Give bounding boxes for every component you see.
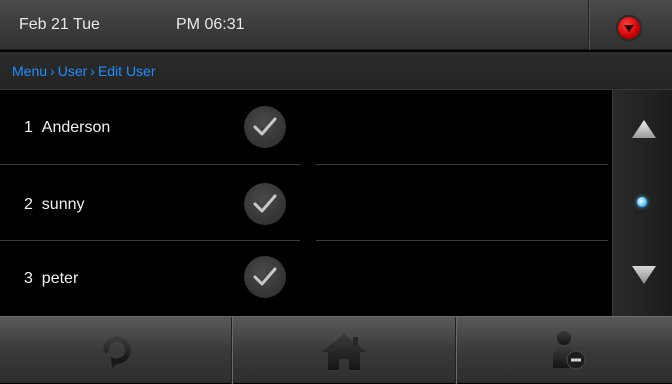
user-select-checkbox[interactable] (244, 183, 286, 225)
home-button[interactable] (232, 317, 455, 384)
time-display: PM 06:31 (176, 16, 245, 33)
breadcrumb-separator: › (50, 62, 55, 79)
chevron-down-icon (624, 25, 634, 32)
user-name: peter (41, 270, 79, 287)
user-number: 2 sunny (24, 196, 85, 213)
status-bar: Feb 21 Tue PM 06:31 (0, 0, 672, 50)
user-select-checkbox[interactable] (244, 106, 286, 148)
user-number: 3 peter (24, 270, 79, 287)
list-item[interactable]: 3 peter (0, 241, 612, 316)
user-name: sunny (41, 196, 85, 213)
refresh-button[interactable] (0, 317, 231, 384)
checkmark-icon (253, 117, 277, 136)
breadcrumb-menu[interactable]: Menu (12, 63, 47, 79)
home-icon (322, 334, 366, 370)
user-list: 1 Anderson 2 sunny 3 peter (0, 90, 612, 316)
user-number: 1 Anderson (24, 119, 111, 136)
bottom-toolbar (0, 316, 672, 384)
triangle-down-icon[interactable] (632, 266, 656, 284)
delete-user-button[interactable] (456, 317, 672, 384)
refresh-icon (103, 336, 131, 368)
list-item[interactable]: 1 Anderson (0, 90, 612, 165)
breadcrumb-separator: › (90, 62, 95, 79)
list-item[interactable]: 2 sunny (0, 165, 612, 240)
checkmark-icon (253, 267, 277, 286)
user-select-checkbox[interactable] (244, 256, 286, 298)
dropdown-button[interactable] (618, 17, 640, 39)
status-bar-divider (588, 0, 589, 50)
user-name: Anderson (41, 119, 111, 136)
checkmark-icon (253, 194, 277, 213)
triangle-up-icon[interactable] (632, 120, 656, 138)
date-display: Feb 21 Tue (19, 16, 100, 33)
breadcrumb-user[interactable]: User (58, 63, 88, 79)
scroll-position-indicator (637, 197, 647, 207)
breadcrumb: Menu › User › Edit User (0, 52, 672, 90)
breadcrumb-edit-user: Edit User (97, 62, 156, 79)
scroll-column (612, 90, 672, 316)
remove-user-icon (553, 331, 586, 370)
